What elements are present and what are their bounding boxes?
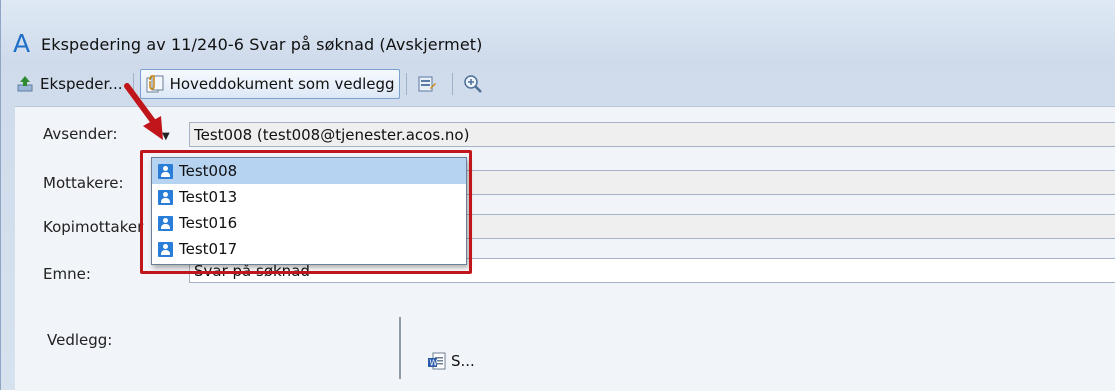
svg-text:W: W [430,359,438,368]
window-title: Ekspedering av 11/240-6 Svar på søknad (… [41,34,483,54]
attachment-item[interactable]: W S... [427,351,475,371]
red-arrow-icon [124,83,163,140]
dialog-window: A Ekspedering av 11/240-6 Svar på søknad… [0,0,1115,391]
properties-icon [417,74,437,94]
kopimottaker-label: Kopimottaker [43,218,144,236]
red-highlight-box [140,150,472,274]
zoom-in-icon [463,74,483,94]
vertical-divider [399,317,401,379]
zoom-button[interactable] [459,70,492,98]
vedlegg-label: Vedlegg: [47,331,113,349]
toolbar-separator [405,73,407,95]
title-bar: A Ekspedering av 11/240-6 Svar på søknad… [1,26,1115,62]
ekspeder-button[interactable]: Ekspeder... [11,70,127,98]
mottakere-label: Mottakere: [43,174,124,192]
avsender-field[interactable]: Test008 (test008@tjenester.acos.no) [189,122,1115,147]
toolbar-separator [451,73,453,95]
send-arrow-icon [15,74,35,94]
word-document-icon: W [427,351,447,371]
properties-button[interactable] [413,70,446,98]
emne-label: Emne: [43,265,91,283]
ekspeder-label: Ekspeder... [40,75,123,93]
avsender-label: Avsender: [43,125,118,143]
app-logo-icon: A [13,29,31,58]
hoveddokument-label: Hoveddokument som vedlegg [169,75,395,93]
attachment-name: S... [451,352,475,370]
